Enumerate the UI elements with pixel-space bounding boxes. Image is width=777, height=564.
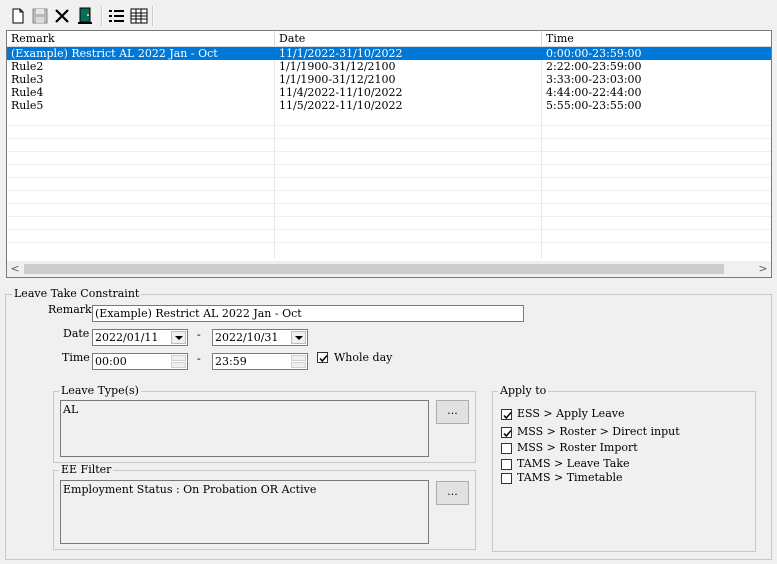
row-gridline xyxy=(7,242,771,243)
row-gridline xyxy=(7,164,771,165)
remark-label: Remark xyxy=(48,303,92,316)
cell-remark: Rule3 xyxy=(11,73,44,86)
cell-remark: Rule4 xyxy=(11,86,44,99)
group-title: Apply to xyxy=(498,384,549,398)
rules-grid[interactable]: Remark Date Time (Example) Restrict AL 2… xyxy=(6,30,772,278)
leave-type-field[interactable]: AL xyxy=(60,400,429,457)
table-row[interactable]: (Example) Restrict AL 2022 Jan - Oct 11/… xyxy=(7,47,771,60)
spin-up-icon[interactable] xyxy=(171,355,186,361)
cell-time: 3:33:00-23:03:00 xyxy=(546,73,642,86)
table-row[interactable]: Rule5 11/5/2022-11/10/2022 5:55:00-23:55… xyxy=(7,99,771,112)
time-to-value: 23:59 xyxy=(215,355,247,368)
chevron-down-icon[interactable] xyxy=(171,331,186,344)
cell-remark: (Example) Restrict AL 2022 Jan - Oct xyxy=(11,47,218,60)
cell-remark: Rule2 xyxy=(11,60,44,73)
leave-type-browse-button[interactable]: ... xyxy=(436,400,469,424)
time-from-spinner[interactable] xyxy=(171,355,186,368)
date-from-value: 2022/01/11 xyxy=(95,331,159,344)
time-from-value: 00:00 xyxy=(95,355,127,368)
date-separator: - xyxy=(197,328,201,341)
scroll-right-arrow-icon[interactable]: > xyxy=(755,261,771,277)
table-row[interactable]: Rule4 11/4/2022-11/10/2022 4:44:00-22:44… xyxy=(7,86,771,99)
cell-date: 1/1/1900-31/12/2100 xyxy=(279,73,396,86)
time-label: Time xyxy=(62,351,90,364)
time-to-spinner[interactable] xyxy=(291,355,306,368)
scroll-left-arrow-icon[interactable]: < xyxy=(7,261,23,277)
cell-date: 11/1/2022-31/10/2022 xyxy=(279,47,403,60)
row-gridline xyxy=(7,138,771,139)
cell-time: 5:55:00-23:55:00 xyxy=(546,99,642,112)
time-separator: - xyxy=(197,352,201,365)
detail-view-icon[interactable] xyxy=(130,7,148,25)
column-header-time[interactable]: Time xyxy=(542,31,771,46)
group-title: EE Filter xyxy=(59,463,114,477)
apply-option-label: MSS > Roster Import xyxy=(517,441,638,454)
remark-input[interactable]: (Example) Restrict AL 2022 Jan - Oct xyxy=(92,305,524,322)
group-title: Leave Take Constraint xyxy=(12,287,142,301)
apply-option-label: TAMS > Timetable xyxy=(517,471,623,484)
group-title: Leave Type(s) xyxy=(59,384,141,398)
chevron-down-icon[interactable] xyxy=(291,331,306,344)
date-to-picker[interactable]: 2022/10/31 xyxy=(212,329,308,346)
cell-time: 4:44:00-22:44:00 xyxy=(546,86,642,99)
row-gridline xyxy=(7,177,771,178)
horizontal-scrollbar[interactable]: < > xyxy=(7,261,771,277)
apply-mss-direct-input-checkbox[interactable] xyxy=(501,427,512,438)
apply-option-label: MSS > Roster > Direct input xyxy=(517,425,680,438)
cell-date: 11/4/2022-11/10/2022 xyxy=(279,86,403,99)
save-icon[interactable] xyxy=(31,7,49,25)
row-gridline xyxy=(7,190,771,191)
column-header-date[interactable]: Date xyxy=(275,31,542,46)
apply-option-label: ESS > Apply Leave xyxy=(517,407,625,420)
toolbar xyxy=(0,0,777,28)
grid-header: Remark Date Time xyxy=(7,31,771,47)
apply-ess-apply-leave-checkbox[interactable] xyxy=(501,409,512,420)
column-header-remark[interactable]: Remark xyxy=(7,31,275,46)
exit-icon[interactable] xyxy=(76,7,94,25)
cell-time: 0:00:00-23:59:00 xyxy=(546,47,642,60)
row-gridline xyxy=(7,216,771,217)
spin-up-icon[interactable] xyxy=(291,355,306,361)
cell-time: 2:22:00-23:59:00 xyxy=(546,60,642,73)
ee-filter-field[interactable]: Employment Status : On Probation OR Acti… xyxy=(60,480,429,544)
row-gridline xyxy=(7,229,771,230)
scroll-thumb[interactable] xyxy=(24,264,724,274)
toolbar-separator xyxy=(101,6,103,26)
delete-icon[interactable] xyxy=(53,7,71,25)
time-to-input[interactable]: 23:59 xyxy=(212,353,308,370)
row-gridline xyxy=(7,125,771,126)
date-to-value: 2022/10/31 xyxy=(215,331,279,344)
time-from-input[interactable]: 00:00 xyxy=(92,353,188,370)
cell-remark: Rule5 xyxy=(11,99,44,112)
table-row[interactable]: Rule3 1/1/1900-31/12/2100 3:33:00-23:03:… xyxy=(7,73,771,86)
apply-tams-leave-take-checkbox[interactable] xyxy=(501,459,512,470)
apply-option-label: TAMS > Leave Take xyxy=(517,457,630,470)
row-gridline xyxy=(7,203,771,204)
apply-mss-roster-import-checkbox[interactable] xyxy=(501,443,512,454)
new-icon[interactable] xyxy=(9,7,27,25)
date-from-picker[interactable]: 2022/01/11 xyxy=(92,329,188,346)
cell-date: 11/5/2022-11/10/2022 xyxy=(279,99,403,112)
row-gridline xyxy=(7,151,771,152)
ee-filter-browse-button[interactable]: ... xyxy=(436,481,469,505)
spin-down-icon[interactable] xyxy=(291,362,306,368)
toolbar-separator xyxy=(152,6,154,26)
spin-down-icon[interactable] xyxy=(171,362,186,368)
date-label: Date xyxy=(63,327,90,340)
list-view-icon[interactable] xyxy=(108,7,126,25)
check-icon xyxy=(319,355,328,363)
check-icon xyxy=(503,412,512,420)
whole-day-label: Whole day xyxy=(334,351,393,364)
cell-date: 1/1/1900-31/12/2100 xyxy=(279,60,396,73)
check-icon xyxy=(503,430,512,438)
table-row[interactable]: Rule2 1/1/1900-31/12/2100 2:22:00-23:59:… xyxy=(7,60,771,73)
apply-tams-timetable-checkbox[interactable] xyxy=(501,473,512,484)
whole-day-checkbox[interactable] xyxy=(317,352,328,363)
